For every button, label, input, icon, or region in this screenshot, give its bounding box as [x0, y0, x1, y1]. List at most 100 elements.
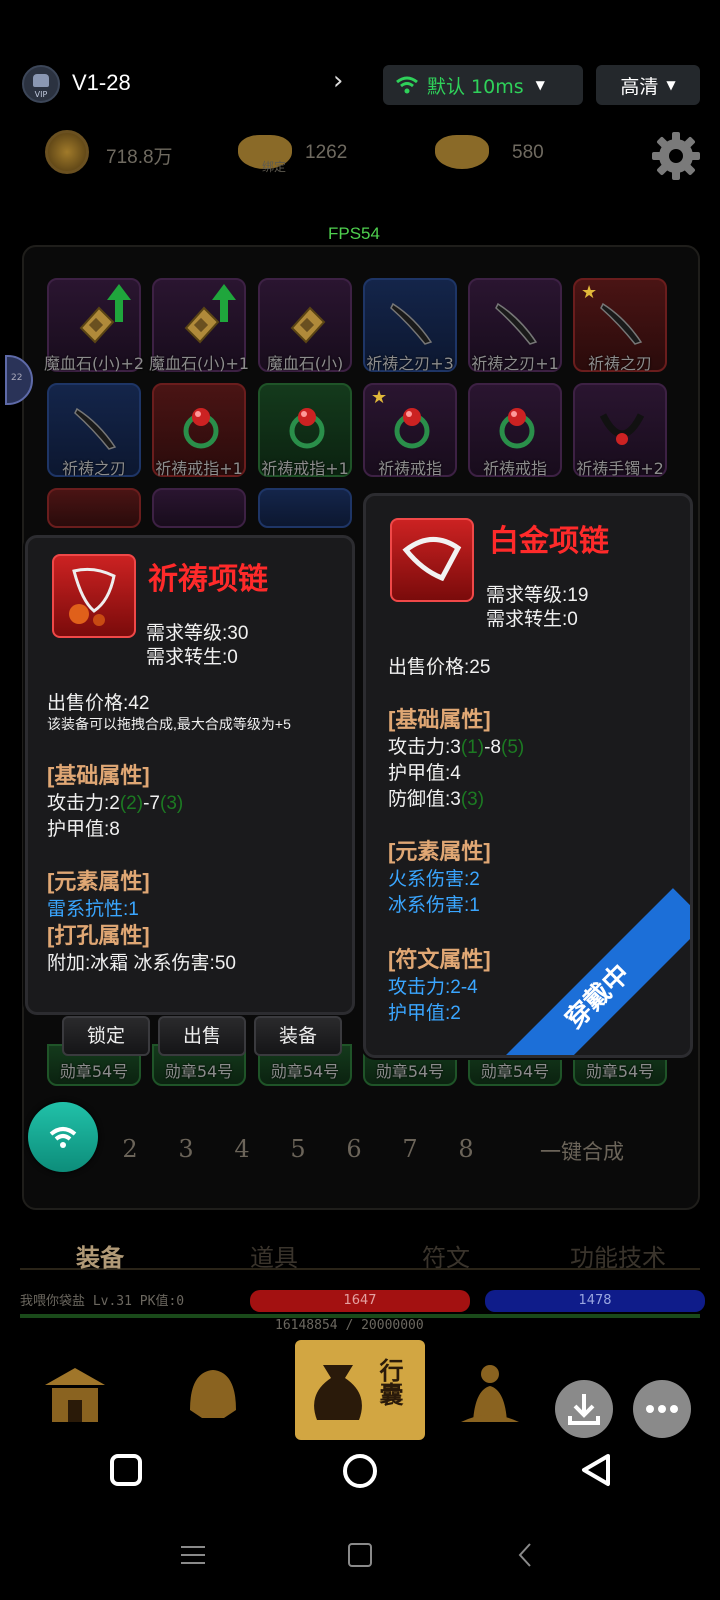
bag-slot[interactable]: 祈祷戒指 [468, 383, 562, 478]
wifi-icon [396, 76, 418, 94]
tab-equipment[interactable]: 装备 [76, 1238, 124, 1273]
medal-name: 勋章54号 [375, 1062, 445, 1081]
element-attr-header: [元素属性] [47, 869, 150, 894]
page-button-6[interactable]: 6 [334, 1135, 374, 1163]
page-button-5[interactable]: 5 [278, 1135, 318, 1163]
tab-runes[interactable]: 符文 [422, 1238, 470, 1273]
bag-slot[interactable]: 魔血石(小)+1 [149, 278, 249, 373]
network-selector[interactable]: 默认 10ms ▼ [383, 65, 583, 105]
bag-slot[interactable]: 祈祷之刃+3 [363, 278, 457, 373]
star-icon: ★ [371, 387, 388, 408]
mp-bar: 1478 [485, 1290, 705, 1312]
chevron-right-icon[interactable]: › [333, 66, 343, 96]
tooltip-title: 祈祷项链 [148, 562, 268, 597]
bag-slot[interactable]: 魔血石(小) [258, 278, 352, 373]
bag-slot[interactable]: ★ 祈祷之刃 [573, 278, 667, 373]
home-square-icon[interactable] [347, 1540, 373, 1570]
item-name: 祈祷戒指 [482, 459, 547, 478]
tab-items[interactable]: 道具 [250, 1238, 298, 1273]
version-label: V1-28 [72, 70, 131, 95]
wifi-float-button[interactable] [28, 1102, 98, 1172]
download-button[interactable] [555, 1380, 613, 1438]
item-name: 祈祷之刃+1 [471, 354, 559, 373]
page-button-4[interactable]: 4 [222, 1135, 262, 1163]
hp-bar: 1647 [250, 1290, 470, 1312]
bag-slot[interactable]: 祈祷戒指+1 [258, 383, 352, 478]
network-label: 默认 10ms [427, 75, 524, 98]
bag-nav-button[interactable]: 行囊 [295, 1340, 425, 1440]
equipped-ribbon: 穿戴中 [489, 888, 690, 1055]
basic-attr-header: [基础属性] [388, 707, 491, 732]
star-icon: ★ [581, 282, 598, 303]
bound-ingot-amount: 1262 [305, 142, 348, 163]
quality-label: 高清 [620, 75, 659, 98]
gold-amount: 718.8万 [106, 147, 173, 168]
menu-icon[interactable] [178, 1540, 208, 1570]
armor-stat: 护甲值:4 [388, 763, 461, 784]
bag-slot[interactable]: 祈祷之刃 [47, 383, 141, 478]
medal-name: 勋章54号 [164, 1062, 234, 1081]
platinum-necklace-icon [390, 518, 474, 602]
recents-button-icon[interactable] [108, 1452, 144, 1488]
bag-slot[interactable]: 魔血石(小)+2 [44, 278, 144, 373]
tooltip-title: 白金项链 [489, 524, 609, 559]
bag-slot-partial[interactable] [47, 488, 141, 528]
tooltip-platinum-necklace: 白金项链 需求等级:19 需求转生:0 出售价格:25 [基础属性] 攻击力:3… [363, 493, 693, 1058]
req-level: 需求等级:30 [146, 623, 249, 644]
fps-counter: FPS54 [328, 224, 380, 243]
page-button-3[interactable]: 3 [166, 1135, 206, 1163]
caret-down-icon: ▼ [666, 78, 676, 92]
meditation-icon[interactable] [455, 1360, 525, 1430]
socket-stat: 附加:冰霜 冰系伤害:50 [47, 953, 236, 974]
defense-stat: 防御值:3(3) [388, 789, 485, 810]
page-button-2[interactable]: 2 [110, 1135, 150, 1163]
palace-icon[interactable] [40, 1360, 110, 1430]
bag-slot[interactable]: 祈祷手镯+2 [573, 383, 667, 478]
medal-name: 勋章54号 [59, 1062, 129, 1081]
fire-damage: 火系伤害:2 [388, 869, 480, 890]
item-name: 祈祷之刃 [61, 459, 126, 478]
item-name: 魔血石(小)+2 [43, 354, 145, 373]
vip-avatar[interactable]: VIP [22, 65, 60, 103]
item-name: 祈祷戒指 [377, 459, 442, 478]
wifi-icon [49, 1127, 77, 1148]
req-rebirth: 需求转生:0 [146, 647, 238, 668]
bag-slot[interactable]: 祈祷之刃+1 [468, 278, 562, 373]
bag-slot[interactable]: ★ 祈祷戒指 [363, 383, 457, 478]
rune-armor: 护甲值:2 [388, 1003, 461, 1024]
lock-button[interactable]: 锁定 [62, 1016, 150, 1056]
more-button[interactable] [633, 1380, 691, 1438]
attack-stat: 攻击力:3(1)-8(5) [388, 737, 525, 758]
page-button-8[interactable]: 8 [446, 1135, 486, 1163]
home-button-icon[interactable] [341, 1452, 379, 1490]
item-name: 祈祷手镯+2 [576, 459, 664, 478]
download-icon [568, 1394, 600, 1425]
bag-slot-partial[interactable] [258, 488, 352, 528]
tab-function-tech[interactable]: 功能技术 [570, 1238, 666, 1273]
item-name: 魔血石(小)+1 [148, 354, 250, 373]
attack-stat: 攻击力:2(2)-7(3) [47, 793, 184, 814]
ingot-icon [435, 135, 489, 169]
quality-selector[interactable]: 高清 ▼ [596, 65, 700, 105]
helmet-icon[interactable] [178, 1360, 248, 1430]
gear-icon[interactable] [650, 130, 702, 182]
element-stat: 雷系抗性:1 [47, 899, 139, 920]
back-chevron-icon[interactable] [515, 1540, 535, 1570]
bound-tag: 绑定 [262, 160, 287, 174]
avatar-head-icon [33, 74, 49, 87]
sell-button[interactable]: 出售 [158, 1016, 246, 1056]
ice-damage: 冰系伤害:1 [388, 895, 480, 916]
page-button-7[interactable]: 7 [390, 1135, 430, 1163]
one-click-merge-button[interactable]: 一键合成 [540, 1136, 624, 1166]
back-button-icon[interactable] [578, 1452, 614, 1488]
medal-name: 勋章54号 [270, 1062, 340, 1081]
req-level: 需求等级:19 [486, 585, 589, 606]
item-name: 祈祷之刃 [587, 354, 652, 373]
bag-slot-partial[interactable] [152, 488, 246, 528]
rune-attack: 攻击力:2-4 [388, 977, 478, 998]
equip-button[interactable]: 装备 [254, 1016, 342, 1056]
gold-coin-icon [45, 130, 89, 174]
bag-slot[interactable]: 祈祷戒指+1 [152, 383, 246, 478]
vip-label: VIP [34, 90, 48, 99]
item-name: 祈祷之刃+3 [366, 354, 454, 373]
